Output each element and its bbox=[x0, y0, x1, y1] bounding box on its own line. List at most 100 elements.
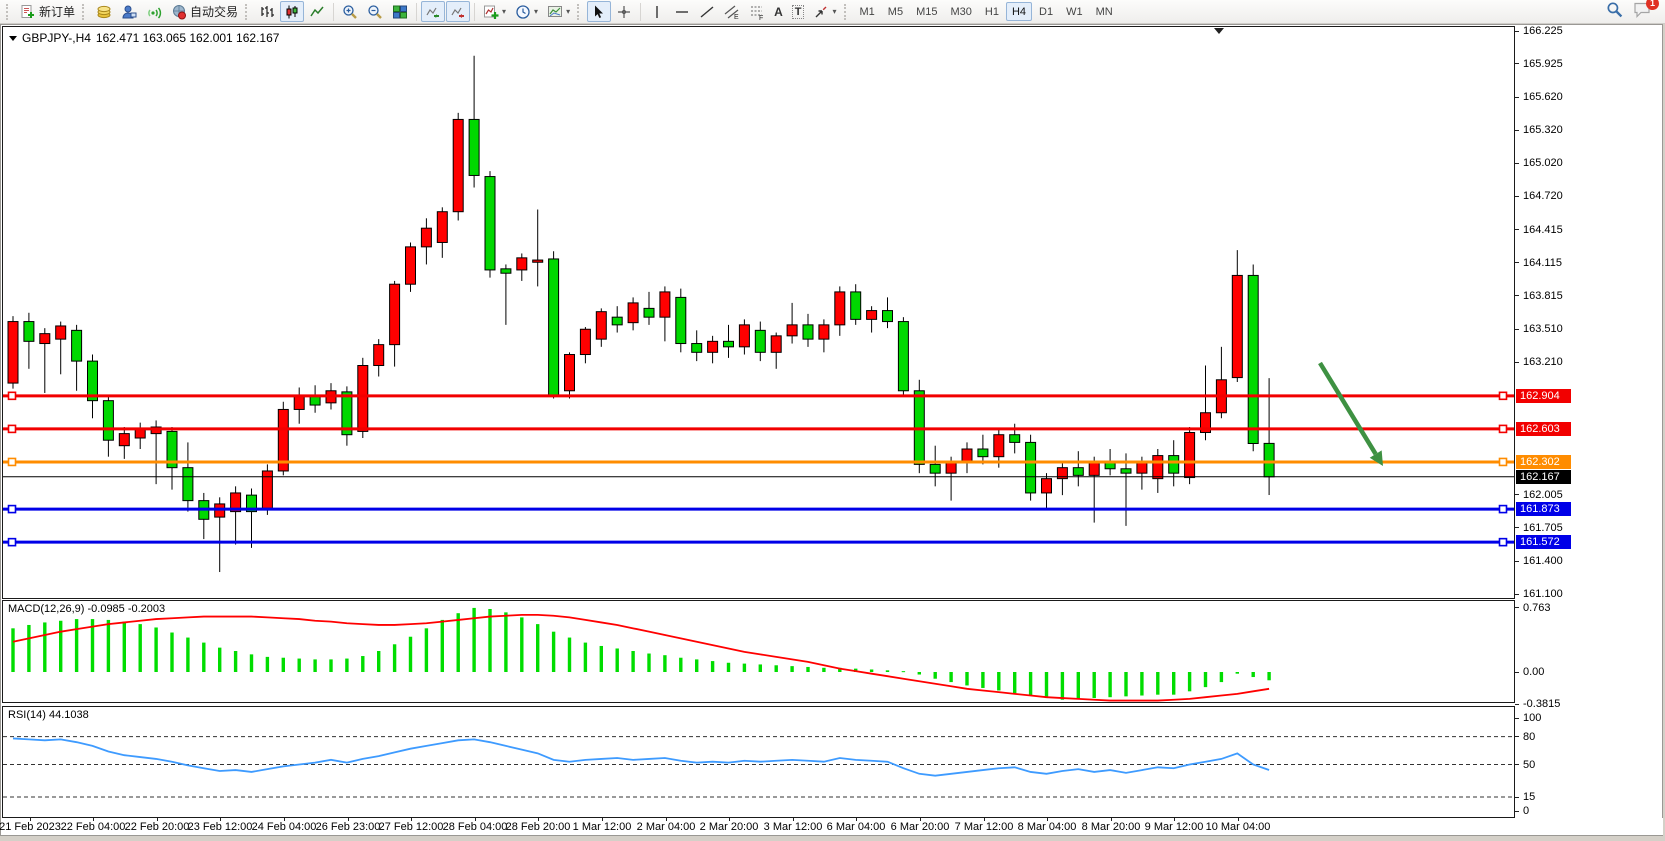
new-order-button[interactable]: 新订单 bbox=[16, 1, 79, 22]
timeframe-button-H4[interactable]: H4 bbox=[1006, 2, 1032, 21]
macd-histogram-bar bbox=[743, 664, 746, 672]
crosshair-icon bbox=[616, 4, 632, 20]
auto-scroll-icon bbox=[425, 4, 441, 20]
line-handle[interactable] bbox=[9, 458, 16, 465]
line-handle[interactable] bbox=[1500, 506, 1507, 513]
price-line-label: 161.873 bbox=[1516, 502, 1571, 516]
candle-body bbox=[485, 177, 495, 270]
time-axis-label: 27 Feb 12:00 bbox=[379, 821, 444, 833]
time-axis-label: 10 Mar 04:00 bbox=[1206, 821, 1271, 833]
chart-shift-button[interactable] bbox=[446, 1, 470, 22]
candle-body bbox=[183, 468, 193, 501]
line-chart-button[interactable] bbox=[305, 1, 329, 22]
new-order-icon bbox=[20, 4, 36, 20]
price-tick-label: 80 bbox=[1523, 731, 1535, 743]
price-tick-label: 15 bbox=[1523, 791, 1535, 803]
macd-values: -0.0985 -0.2003 bbox=[87, 603, 165, 615]
timeframe-button-D1[interactable]: D1 bbox=[1033, 2, 1059, 21]
candle-body bbox=[119, 434, 129, 446]
line-handle[interactable] bbox=[9, 539, 16, 546]
price-tick-label: 164.115 bbox=[1523, 257, 1562, 269]
line-handle[interactable] bbox=[1500, 458, 1507, 465]
line-handle[interactable] bbox=[1500, 425, 1507, 432]
periods-button[interactable]: ▾ bbox=[511, 1, 542, 22]
candle-body bbox=[787, 325, 797, 336]
zoom-out-button[interactable] bbox=[363, 1, 387, 22]
macd-histogram-bar bbox=[1220, 672, 1223, 682]
time-axis[interactable]: 21 Feb 202322 Feb 04:0022 Feb 20:0023 Fe… bbox=[2, 818, 1663, 835]
macd-histogram-bar bbox=[902, 671, 905, 672]
candle-body bbox=[1153, 456, 1163, 479]
macd-histogram-bar bbox=[1045, 672, 1048, 698]
horizontal-line-button[interactable] bbox=[670, 1, 694, 22]
macd-histogram-bar bbox=[727, 663, 730, 672]
vertical-line-button[interactable] bbox=[645, 1, 669, 22]
equidistant-channel-button[interactable]: E bbox=[720, 1, 744, 22]
auto-scroll-button[interactable] bbox=[421, 1, 445, 22]
crosshair-button[interactable] bbox=[612, 1, 636, 22]
gold-coins-icon bbox=[96, 4, 112, 20]
candle-body bbox=[103, 401, 113, 441]
line-handle[interactable] bbox=[9, 425, 16, 432]
candle-body bbox=[390, 284, 400, 344]
candle-body bbox=[24, 322, 34, 342]
line-handle[interactable] bbox=[9, 506, 16, 513]
line-handle[interactable] bbox=[1500, 539, 1507, 546]
macd-histogram-bar bbox=[711, 661, 714, 672]
channel-glyph: E bbox=[734, 14, 739, 20]
timeframe-button-H1[interactable]: H1 bbox=[979, 2, 1005, 21]
timeframe-button-M5[interactable]: M5 bbox=[882, 2, 909, 21]
line-handle[interactable] bbox=[9, 392, 16, 399]
add-indicator-button[interactable]: ▾ bbox=[479, 1, 510, 22]
candle-body bbox=[8, 322, 18, 384]
signals-button[interactable] bbox=[142, 1, 166, 22]
search-icon[interactable] bbox=[1606, 1, 1623, 23]
text-button[interactable]: A bbox=[770, 1, 787, 22]
price-tick-label: 0.763 bbox=[1523, 602, 1551, 614]
timeframe-button-M30[interactable]: M30 bbox=[944, 2, 977, 21]
time-axis-label: 7 Mar 12:00 bbox=[955, 821, 1014, 833]
text-tool-icon: A bbox=[774, 5, 783, 19]
fibonacci-button[interactable]: F bbox=[745, 1, 769, 22]
price-axis[interactable]: 166.225165.925165.620165.320165.020164.7… bbox=[1515, 25, 1662, 818]
chart-shift-marker[interactable] bbox=[1214, 28, 1224, 34]
cursor-button[interactable] bbox=[587, 1, 611, 22]
candle-body bbox=[374, 345, 384, 366]
candle-body bbox=[644, 308, 654, 317]
candle-body bbox=[660, 292, 670, 317]
macd-signal-line bbox=[13, 615, 1269, 701]
toolbar-separator bbox=[333, 3, 334, 21]
tile-windows-button[interactable] bbox=[388, 1, 412, 22]
rsi-value: 44.1038 bbox=[49, 709, 89, 721]
time-axis-label: 3 Mar 12:00 bbox=[764, 821, 823, 833]
candlestick-chart-button[interactable] bbox=[280, 1, 304, 22]
text-label-button[interactable]: T bbox=[788, 1, 809, 22]
toolbar-grip bbox=[844, 4, 849, 20]
timeframe-button-W1[interactable]: W1 bbox=[1060, 2, 1089, 21]
timeframe-button-M15[interactable]: M15 bbox=[910, 2, 943, 21]
timeframe-button-MN[interactable]: MN bbox=[1090, 2, 1119, 21]
axis-tick-mark bbox=[1515, 63, 1519, 64]
macd-histogram-bar bbox=[934, 672, 937, 679]
accounts-button[interactable] bbox=[117, 1, 141, 22]
candle-body bbox=[1232, 275, 1242, 377]
axis-tick-mark bbox=[1515, 736, 1519, 737]
macd-histogram-bar bbox=[1077, 672, 1080, 699]
notifications-button[interactable]: 1 bbox=[1633, 1, 1651, 23]
line-handle[interactable] bbox=[1500, 392, 1507, 399]
orders-button[interactable] bbox=[92, 1, 116, 22]
templates-button[interactable]: ▾ bbox=[543, 1, 574, 22]
macd-histogram-bar bbox=[647, 654, 650, 672]
zoom-out-icon bbox=[367, 4, 383, 20]
bar-chart-button[interactable] bbox=[255, 1, 279, 22]
candle-body bbox=[565, 355, 575, 391]
axis-tick-mark bbox=[1515, 811, 1519, 812]
rsi-line bbox=[13, 738, 1269, 775]
arrow-annotation[interactable] bbox=[1320, 363, 1376, 454]
zoom-in-button[interactable] bbox=[338, 1, 362, 22]
auto-trading-button[interactable]: 自动交易 bbox=[167, 1, 242, 22]
symbol-dropdown-icon[interactable] bbox=[9, 36, 17, 41]
timeframe-button-M1[interactable]: M1 bbox=[854, 2, 881, 21]
arrows-button[interactable]: ▾ bbox=[809, 1, 840, 22]
trendline-button[interactable] bbox=[695, 1, 719, 22]
